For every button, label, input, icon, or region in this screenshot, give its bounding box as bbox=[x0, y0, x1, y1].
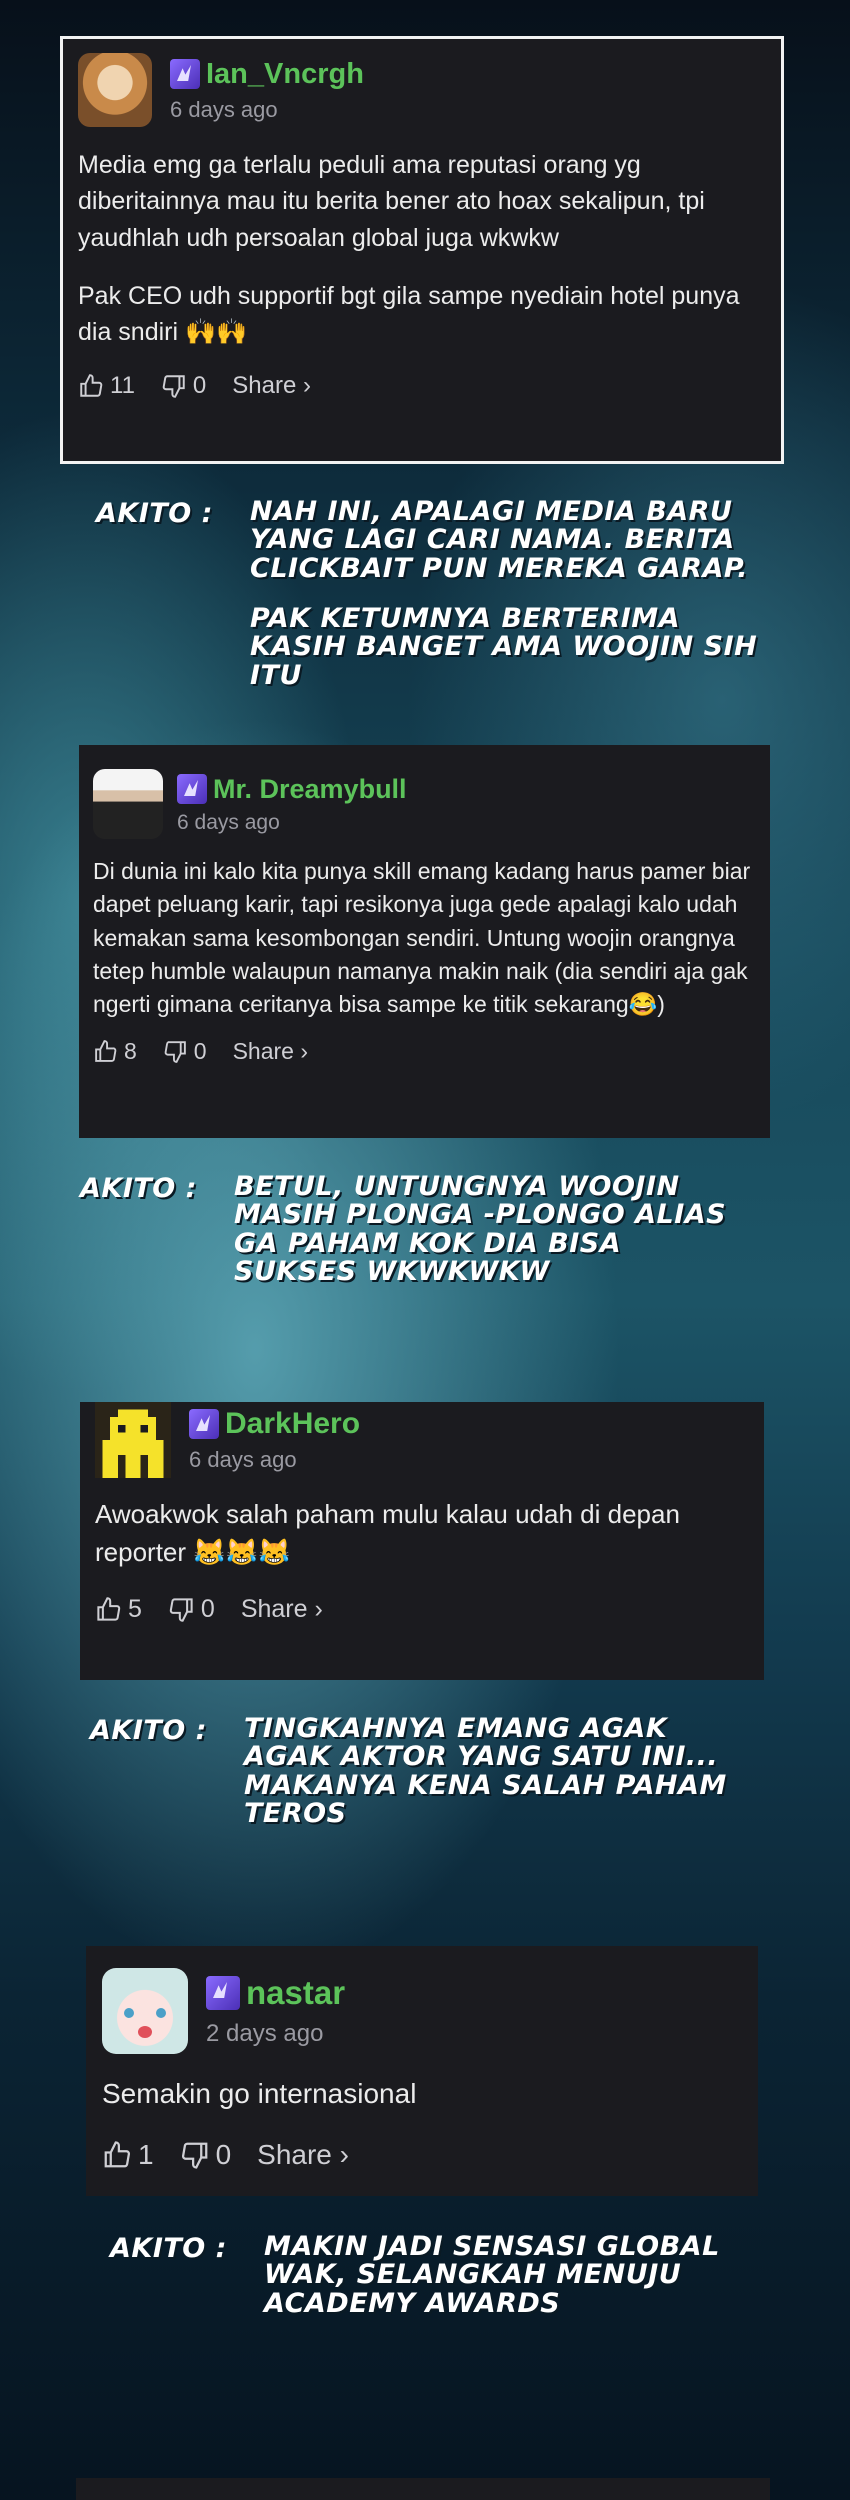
like-button[interactable]: 1 bbox=[102, 2139, 154, 2171]
comment-card: DarkHero 6 days ago Awoakwok salah paham… bbox=[80, 1402, 764, 1680]
like-button[interactable]: 5 bbox=[95, 1595, 142, 1624]
like-count: 1 bbox=[138, 2138, 154, 2170]
avatar[interactable] bbox=[78, 53, 152, 127]
like-count: 8 bbox=[124, 1037, 137, 1064]
member-badge-icon bbox=[206, 1976, 240, 2010]
username[interactable]: Mr. Dreamybull bbox=[213, 774, 407, 805]
timestamp: 2 days ago bbox=[206, 2020, 324, 2047]
comment-body: Awoakwok salah paham mulu kalau udah di … bbox=[95, 1496, 749, 1571]
like-button[interactable]: 11 bbox=[78, 372, 135, 400]
username[interactable]: DarkHero bbox=[225, 1407, 360, 1441]
akito-note: AKITO : TINGKAHNYA EMANG AGAK AGAK AKTOR… bbox=[90, 1713, 770, 1830]
comment-card: Mr. Dreamybull 6 days ago Di dunia ini k… bbox=[79, 745, 770, 1138]
avatar[interactable] bbox=[102, 1968, 188, 2054]
akito-note: AKITO : MAKIN JADI SENSASI GLOBAL WAK, S… bbox=[110, 2231, 770, 2319]
thumbs-up-icon bbox=[97, 1597, 121, 1622]
timestamp: 6 days ago bbox=[189, 1447, 297, 1472]
comment-card-partial bbox=[76, 2478, 770, 2500]
thumbs-down-icon bbox=[181, 2142, 207, 2169]
dislike-button[interactable]: 0 bbox=[180, 2138, 232, 2171]
note-paragraph: NAH INI, APALAGI MEDIA BARU YANG LAGI CA… bbox=[250, 496, 748, 584]
dislike-button[interactable]: 0 bbox=[163, 1038, 207, 1065]
comment-header: Ian_Vncrgh 6 days ago bbox=[78, 53, 766, 127]
share-button[interactable]: Share › bbox=[257, 2139, 349, 2171]
thumbs-down-icon bbox=[164, 1040, 186, 1063]
timestamp: 6 days ago bbox=[177, 810, 280, 834]
akito-note: AKITO : NAH INI, APALAGI MEDIA BARU YANG… bbox=[96, 496, 776, 691]
dislike-button[interactable]: 0 bbox=[161, 372, 206, 400]
comment-actions: 5 0 Share › bbox=[95, 1595, 749, 1624]
thumbs-down-icon bbox=[162, 375, 185, 399]
comment-paragraph: Semakin go internasional bbox=[102, 2078, 417, 2109]
note-paragraph: MAKIN JADI SENSASI GLOBAL WAK, SELANGKAH… bbox=[264, 2231, 720, 2319]
share-button[interactable]: Share › bbox=[232, 372, 311, 400]
comment-paragraph: Pak CEO udh supportif bgt gila sampe nye… bbox=[78, 281, 740, 346]
member-badge-icon bbox=[177, 774, 207, 804]
like-count: 5 bbox=[128, 1595, 142, 1624]
note-speaker: AKITO : bbox=[80, 1173, 197, 1204]
note-speaker: AKITO : bbox=[90, 1715, 207, 1746]
username[interactable]: nastar bbox=[246, 1974, 345, 2012]
pixel-avatar-icon bbox=[95, 1402, 171, 1478]
dislike-count: 0 bbox=[192, 372, 207, 400]
thumbs-up-icon bbox=[104, 2140, 130, 2167]
dislike-count: 0 bbox=[193, 1037, 207, 1064]
note-speaker: AKITO : bbox=[110, 2233, 227, 2264]
comment-card: Ian_Vncrgh 6 days ago Media emg ga terla… bbox=[60, 36, 784, 464]
comment-card: nastar 2 days ago Semakin go internasion… bbox=[86, 1946, 758, 2196]
comment-actions: 8 0 Share › bbox=[93, 1038, 756, 1065]
like-button[interactable]: 8 bbox=[93, 1038, 137, 1065]
member-badge-icon bbox=[189, 1409, 219, 1439]
comment-body: Media emg ga terlalu peduli ama reputasi… bbox=[78, 147, 766, 350]
timestamp: 6 days ago bbox=[170, 96, 278, 122]
username[interactable]: Ian_Vncrgh bbox=[206, 58, 364, 91]
avatar-face-icon bbox=[124, 2008, 134, 2018]
comment-header: nastar 2 days ago bbox=[102, 1968, 742, 2054]
note-paragraph: TINGKAHNYA EMANG AGAK AGAK AKTOR YANG SA… bbox=[244, 1713, 727, 1830]
dislike-button[interactable]: 0 bbox=[168, 1595, 215, 1624]
thumbs-up-icon bbox=[95, 1039, 117, 1062]
dislike-count: 0 bbox=[200, 1595, 215, 1624]
avatar[interactable] bbox=[93, 769, 163, 839]
comment-actions: 11 0 Share › bbox=[78, 372, 766, 400]
comment-paragraph: Di dunia ini kalo kita punya skill emang… bbox=[93, 858, 751, 1018]
note-speaker: AKITO : bbox=[96, 498, 213, 529]
akito-note: AKITO : BETUL, UNTUNGNYA WOOJIN MASIH PL… bbox=[80, 1171, 760, 1288]
dislike-count: 0 bbox=[215, 2138, 232, 2170]
comment-paragraph: Media emg ga terlalu peduli ama reputasi… bbox=[78, 151, 705, 252]
like-count: 11 bbox=[110, 372, 135, 400]
comment-header: DarkHero 6 days ago bbox=[95, 1402, 749, 1478]
member-badge-icon bbox=[170, 59, 200, 89]
avatar[interactable] bbox=[95, 1402, 171, 1478]
comment-header: Mr. Dreamybull 6 days ago bbox=[93, 769, 756, 839]
comment-actions: 1 0 Share › bbox=[102, 2139, 742, 2171]
note-paragraph: BETUL, UNTUNGNYA WOOJIN MASIH PLONGA -PL… bbox=[234, 1171, 727, 1288]
comment-paragraph: Awoakwok salah paham mulu kalau udah di … bbox=[95, 1499, 680, 1567]
comment-body: Di dunia ini kalo kita punya skill emang… bbox=[93, 855, 756, 1022]
note-paragraph: PAK KETUMNYA BERTERIMA KASIH BANGET AMA … bbox=[250, 603, 758, 691]
thumbs-up-icon bbox=[80, 374, 103, 397]
comment-body: Semakin go internasional bbox=[102, 2074, 742, 2115]
share-button[interactable]: Share › bbox=[241, 1595, 323, 1624]
share-button[interactable]: Share › bbox=[233, 1038, 308, 1065]
thumbs-down-icon bbox=[169, 1598, 193, 1623]
